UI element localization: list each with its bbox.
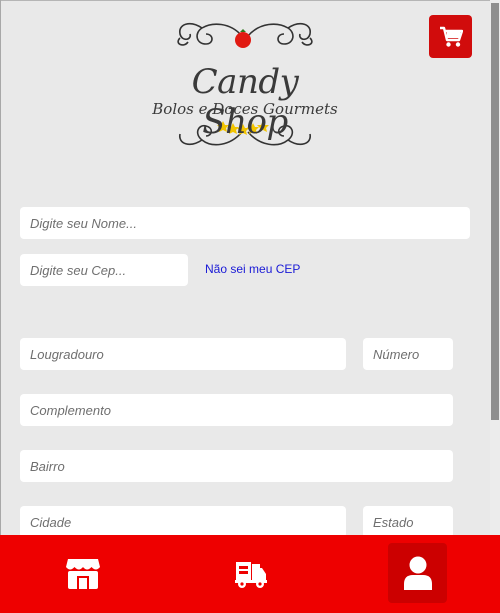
number-input[interactable]	[363, 338, 453, 370]
nav-profile-button[interactable]	[388, 543, 447, 603]
cart-button[interactable]	[429, 15, 472, 58]
brand-logo: Candy Shop Bolos e Doces Gourmets	[150, 14, 340, 156]
district-input[interactable]	[20, 450, 453, 482]
delivery-truck-icon	[235, 562, 267, 588]
bottom-nav	[0, 535, 500, 613]
left-border	[0, 0, 1, 535]
nav-delivery-button[interactable]	[218, 535, 284, 613]
top-border	[0, 0, 500, 1]
cart-icon	[439, 26, 463, 47]
cherry-icon	[235, 32, 251, 48]
cep-input[interactable]	[20, 254, 188, 286]
street-input[interactable]	[20, 338, 346, 370]
nav-store-button[interactable]	[50, 535, 116, 613]
city-input[interactable]	[20, 506, 346, 538]
brand-subtitle: Bolos e Doces Gourmets	[152, 100, 338, 118]
name-input[interactable]	[20, 207, 470, 239]
scrollbar-thumb[interactable]	[491, 3, 499, 420]
complement-input[interactable]	[20, 394, 453, 426]
store-icon	[66, 559, 100, 589]
user-icon	[403, 556, 432, 590]
cep-lookup-link[interactable]: Não sei meu CEP	[205, 262, 300, 276]
state-input[interactable]	[363, 506, 453, 538]
